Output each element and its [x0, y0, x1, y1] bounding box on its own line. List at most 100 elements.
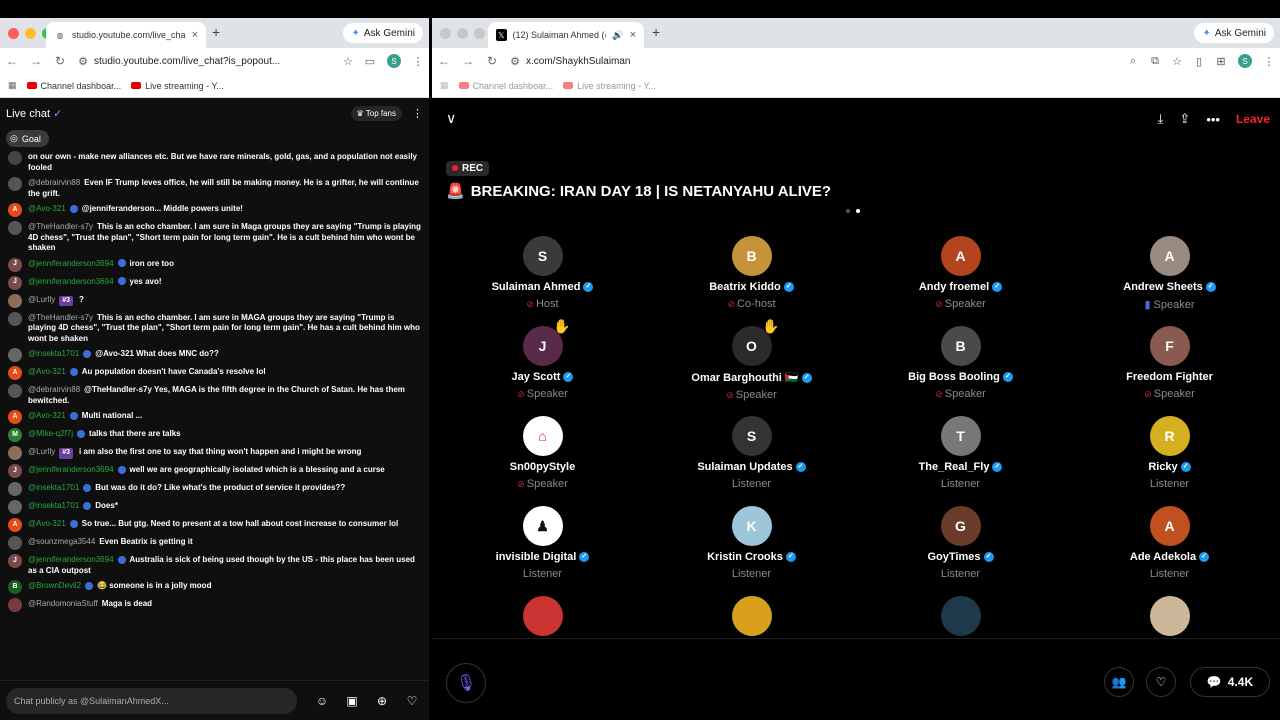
chat-input[interactable]: Chat publicly as @SulaimanAhmedX...	[6, 687, 297, 714]
back-icon[interactable]: ←	[432, 54, 456, 68]
chat-message[interactable]: B @BrownDevil2 😂 someone is in a jolly moo…	[0, 580, 429, 594]
message-author[interactable]: @jenniferanderson3694	[28, 259, 114, 268]
avatar[interactable]: M	[8, 428, 22, 442]
chat-message[interactable]: @debrairvin88 Even IF Trump leves office,…	[0, 177, 429, 199]
emoji-icon[interactable]: ☺	[311, 690, 333, 712]
site-info-icon[interactable]: ⚙	[504, 55, 526, 68]
extensions-icon[interactable]: ⊞	[1210, 55, 1232, 68]
chat-message[interactable]: @debrairvin88 @TheHandler-s7y Yes, MAGA i…	[0, 384, 429, 406]
participant-card[interactable]: A Andrew Sheets ✓ ▮ Speaker	[1065, 236, 1274, 311]
participant-card[interactable]: ⌂ Sn00pyStyle ⊘ Speaker	[438, 416, 647, 490]
message-author[interactable]: @Avo-321	[28, 411, 66, 420]
participant-avatar[interactable]: O ✋	[731, 318, 780, 366]
message-author[interactable]: @jenniferanderson3694	[28, 555, 114, 564]
participant-card[interactable]: S Sulaiman Updates ✓ Listener	[647, 416, 856, 490]
avatar[interactable]	[8, 348, 22, 362]
message-author[interactable]: @Avo-321	[28, 367, 66, 376]
participant-card[interactable]: T The_Real_Fly ✓ Listener	[856, 416, 1065, 490]
new-tab-button[interactable]: +	[212, 24, 220, 40]
avatar[interactable]: A	[8, 518, 22, 532]
microphone-button[interactable]: 🎙	[446, 663, 486, 703]
message-author[interactable]: @insekta1701	[28, 501, 79, 510]
reload-icon[interactable]: ↻	[48, 54, 72, 68]
browser-tab[interactable]: 𝕏 (12) Sulaiman Ahmed (@S 🔊 ×	[488, 22, 644, 48]
chat-message[interactable]: @Lurlly #3 i am also the first one to say …	[0, 446, 429, 460]
avatar[interactable]	[8, 221, 22, 235]
chat-message[interactable]: @TheHandler-s7y This is an echo chamber. …	[0, 221, 429, 254]
avatar[interactable]: J	[8, 554, 22, 568]
participant-card[interactable]: S Sulaiman Ahmed ✓ ⊘ Host	[438, 236, 647, 310]
chat-message[interactable]: A @Avo-321 So true... But gtg. Need to pre…	[0, 518, 429, 532]
chat-message[interactable]: @insekta1701 But was do it do? Like what'…	[0, 482, 429, 496]
avatar[interactable]	[8, 536, 22, 550]
message-author[interactable]: @BrownDevil2	[28, 581, 81, 590]
participant-avatar[interactable]	[522, 596, 563, 636]
participant-card[interactable]: B Big Boss Booling ✓ ⊘ Speaker	[856, 326, 1065, 400]
sidebar-icon[interactable]: ▯	[1188, 55, 1210, 68]
menu-kebab-icon[interactable]: ⋮	[407, 55, 429, 68]
url-field[interactable]: x.com/ShaykhSulaiman	[526, 56, 1122, 67]
people-icon[interactable]: 👥	[1104, 667, 1134, 697]
avatar[interactable]	[8, 500, 22, 514]
participant-card[interactable]: K Kristin Crooks ✓ Listener	[647, 506, 856, 580]
chat-message[interactable]: J @jenniferanderson3694 Australia is sick …	[0, 554, 429, 576]
message-author[interactable]: @Lurlly	[28, 295, 55, 304]
comments-button[interactable]: 💬 4.4K	[1190, 667, 1270, 697]
close-window-button[interactable]	[440, 28, 451, 39]
chat-message[interactable]: J @jenniferanderson3694 well we are geogra…	[0, 464, 429, 478]
participant-card[interactable]	[856, 596, 1065, 636]
chat-title[interactable]: Live chat ✓	[6, 107, 351, 120]
participant-card[interactable]: J ✋ Jay Scott ✓ ⊘ Speaker	[438, 318, 647, 400]
participant-card[interactable]: O ✋ Omar Barghouthi 🇵🇸 ✓ ⊘ Speaker	[647, 318, 856, 401]
message-author[interactable]: @Mike-q2f7j	[28, 429, 73, 438]
apps-grid-icon[interactable]: ▦	[440, 80, 449, 91]
message-author[interactable]: @insekta1701	[28, 483, 79, 492]
menu-kebab-icon[interactable]: ⋮	[1258, 55, 1280, 68]
avatar[interactable]: J	[8, 464, 22, 478]
participant-avatar[interactable]: F	[1149, 326, 1190, 366]
message-author[interactable]: @sounzmega3544	[28, 537, 95, 546]
avatar[interactable]: B	[8, 580, 22, 594]
message-author[interactable]: @TheHandler-s7y	[28, 313, 93, 322]
chat-message[interactable]: @sounzmega3544 Even Beatrix is getting it	[0, 536, 429, 550]
chat-message[interactable]: on our own - make new alliances etc. But…	[0, 151, 429, 173]
participant-avatar[interactable]: A	[1149, 236, 1190, 276]
message-author[interactable]: @debrairvin88	[28, 178, 80, 187]
zoom-icon[interactable]: ⌕	[1122, 55, 1144, 68]
minimize-space-icon[interactable]: ⤓	[1158, 111, 1164, 127]
avatar[interactable]	[8, 177, 22, 191]
avatar[interactable]	[8, 311, 22, 326]
participant-card[interactable]: A Ade Adekola ✓ Listener	[1065, 506, 1274, 580]
chat-message[interactable]: J @jenniferanderson3694 iron ore too	[0, 257, 429, 272]
site-info-icon[interactable]: ⚙	[72, 55, 94, 68]
close-tab-icon[interactable]: ×	[192, 29, 198, 41]
avatar[interactable]	[8, 446, 22, 460]
message-author[interactable]: @TheHandler-s7y	[28, 222, 93, 231]
maximize-window-button[interactable]	[474, 28, 485, 39]
url-field[interactable]: studio.youtube.com/live_chat?is_popout..…	[94, 56, 337, 67]
participant-avatar[interactable]: B	[940, 326, 981, 366]
back-icon[interactable]: ←	[0, 54, 24, 68]
reload-icon[interactable]: ↻	[480, 54, 504, 68]
message-author[interactable]: @Avo-321	[28, 204, 66, 213]
participant-card[interactable]	[438, 596, 647, 636]
avatar[interactable]	[8, 482, 22, 496]
participant-avatar[interactable]: S	[731, 416, 772, 456]
avatar[interactable]	[8, 384, 22, 398]
close-tab-icon[interactable]: ×	[630, 29, 636, 41]
bookmark-channel-dashboard[interactable]: Channel dashboar...	[458, 81, 553, 91]
browser-tab[interactable]: ◍ studio.youtube.com/live_cha ×	[46, 22, 206, 48]
collapse-chevron-icon[interactable]: ∨	[446, 110, 456, 127]
participant-card[interactable]	[1065, 596, 1274, 636]
chat-message[interactable]: @Lurlly #3?	[0, 293, 429, 308]
close-window-button[interactable]	[8, 28, 19, 39]
chat-message[interactable]: @TheHandler-s7y This is an echo chamber. …	[0, 311, 429, 345]
chat-message-list[interactable]: on our own - make new alliances etc. But…	[0, 150, 429, 673]
chat-message[interactable]: M @Mike-q2f7j talks that there are talks	[0, 428, 429, 442]
bookmark-channel-dashboard[interactable]: Channel dashboar...	[26, 81, 121, 91]
avatar[interactable]	[8, 293, 22, 308]
leave-button[interactable]: Leave	[1236, 112, 1270, 126]
bookmark-live-streaming[interactable]: Live streaming - Y...	[563, 81, 656, 91]
reactions-heart-icon[interactable]: ♡	[1146, 667, 1176, 697]
chat-message[interactable]: @RandomoniaStuff Maga is dead	[0, 598, 429, 612]
